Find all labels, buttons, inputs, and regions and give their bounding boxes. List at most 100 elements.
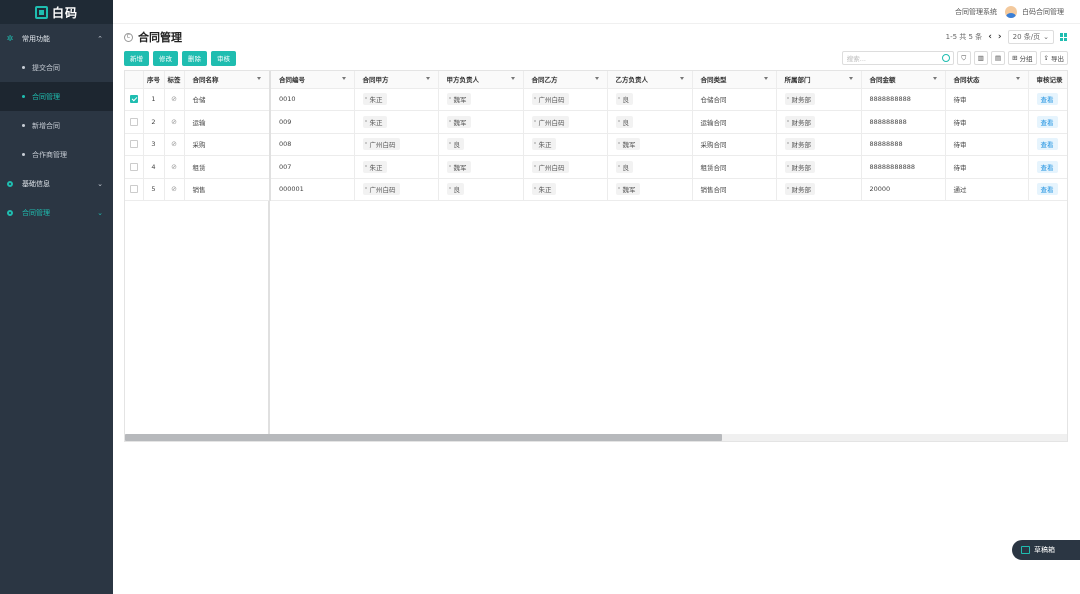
sort-icon[interactable] (257, 77, 261, 80)
row-checkbox-cell[interactable] (125, 155, 144, 179)
reference-pill[interactable]: 财务部 (784, 93, 815, 106)
reference-pill[interactable]: 财务部 (784, 183, 815, 196)
group-button[interactable]: ⊞ 分组 (1008, 51, 1037, 65)
grid-view-icon[interactable] (1060, 33, 1068, 41)
search-input[interactable]: 搜索... (841, 51, 954, 65)
reference-pill[interactable]: 魏军 (446, 115, 471, 128)
sort-icon[interactable] (1015, 77, 1020, 80)
avatar[interactable] (1005, 5, 1017, 18)
edit-button[interactable]: 修改 (153, 50, 178, 66)
reference-pill[interactable]: 良 (615, 160, 633, 173)
column-header[interactable]: 合同类型 (692, 71, 777, 89)
reference-pill[interactable]: 财务部 (784, 138, 815, 151)
page-size-select[interactable]: 20 条/页 ⌄ (1007, 30, 1054, 44)
sort-icon[interactable] (594, 77, 599, 80)
reference-pill[interactable]: 朱正 (531, 138, 556, 151)
table-row[interactable]: 1 ⊘ 仓储 0010 朱正 魏军 广州白码 良 仓储合同 财务部 8888888888 待审 查看 (125, 88, 1067, 111)
column-header[interactable]: 甲方负责人 (438, 71, 524, 89)
prev-page-icon[interactable]: ‹ (988, 32, 992, 42)
sidebar-item-contract-management[interactable]: 合同管理 (0, 82, 113, 111)
reference-pill[interactable]: 广州白码 (531, 160, 569, 173)
view-record-button[interactable]: 查看 (1036, 138, 1058, 151)
sidebar-group-common[interactable]: ✲ 常用功能 ⌃ (0, 24, 113, 53)
table-row[interactable]: 3 ⊘ 采购 008 广州白码 良 朱正 魏军 采购合同 财务部 88888888 待审 查看 (125, 133, 1067, 156)
tag-icon[interactable]: ⊘ (171, 140, 177, 148)
add-button[interactable]: 新增 (124, 50, 149, 66)
reference-pill[interactable]: 财务部 (784, 160, 815, 173)
tag-cell[interactable]: ⊘ (164, 133, 185, 156)
sort-icon[interactable] (341, 77, 346, 80)
sort-icon[interactable] (848, 77, 853, 80)
reference-pill[interactable]: 广州白码 (531, 115, 569, 128)
reference-pill[interactable]: 良 (615, 115, 633, 128)
tag-cell[interactable]: ⊘ (164, 110, 185, 134)
drafts-button[interactable]: 草稿箱 (1012, 540, 1080, 560)
view-record-button[interactable]: 查看 (1036, 93, 1058, 106)
row-checkbox-cell[interactable] (125, 88, 144, 111)
row-checkbox[interactable] (129, 95, 138, 104)
row-checkbox[interactable] (129, 117, 138, 126)
chart-button[interactable]: ▥ (973, 51, 988, 65)
view-record-button[interactable]: 查看 (1036, 115, 1058, 128)
sidebar-item-new-contract[interactable]: 新增合同 (0, 111, 113, 140)
row-checkbox-cell[interactable] (125, 133, 144, 156)
row-checkbox-cell[interactable] (125, 110, 144, 134)
row-checkbox[interactable] (129, 162, 138, 171)
tag-cell[interactable]: ⊘ (164, 88, 185, 111)
next-page-icon[interactable]: › (998, 32, 1002, 42)
column-header[interactable]: 乙方负责人 (607, 71, 693, 89)
reference-pill[interactable]: 朱正 (362, 115, 387, 128)
sidebar-group-basic-info[interactable]: 基础信息 ⌄ (0, 169, 113, 198)
sidebar-item-submit-contract[interactable]: 提交合同 (0, 53, 113, 82)
view-record-button[interactable]: 查看 (1036, 183, 1058, 196)
user-name[interactable]: 白码合同管理 (1022, 7, 1064, 17)
delete-button[interactable]: 删除 (182, 50, 207, 66)
export-button[interactable]: ⇪ 导出 (1039, 51, 1068, 65)
reference-pill[interactable]: 广州白码 (362, 138, 400, 151)
columns-button[interactable]: ▤ (990, 51, 1006, 65)
column-header[interactable]: 合同状态 (945, 71, 1029, 89)
reference-pill[interactable]: 良 (446, 183, 464, 196)
row-checkbox[interactable] (129, 140, 138, 149)
horizontal-scrollbar[interactable] (125, 434, 1067, 441)
reference-pill[interactable]: 朱正 (362, 93, 387, 106)
app-logo[interactable]: 白码 (0, 0, 113, 24)
reference-pill[interactable]: 广州白码 (531, 93, 569, 106)
filter-button[interactable]: ⛉ (956, 51, 971, 65)
sort-icon[interactable] (510, 77, 515, 80)
column-header[interactable]: 合同乙方 (523, 71, 608, 89)
reference-pill[interactable]: 良 (446, 138, 464, 151)
table-row[interactable]: 5 ⊘ 销售 000001 广州白码 良 朱正 魏军 销售合同 财务部 20000 通过 查看 (125, 178, 1067, 201)
column-header[interactable]: 合同金额 (861, 71, 946, 89)
view-record-button[interactable]: 查看 (1036, 160, 1058, 173)
tag-icon[interactable]: ⊘ (171, 95, 177, 103)
reference-pill[interactable]: 魏军 (615, 138, 640, 151)
reference-pill[interactable]: 良 (615, 93, 633, 106)
reference-pill[interactable]: 朱正 (531, 183, 556, 196)
sort-icon[interactable] (932, 77, 937, 80)
tag-cell[interactable]: ⊘ (164, 155, 185, 179)
table-row[interactable]: 2 ⊘ 运输 009 朱正 魏军 广州白码 良 运输合同 财务部 888888888 待审 查看 (125, 110, 1067, 134)
reference-pill[interactable]: 朱正 (362, 160, 387, 173)
sidebar-group-contract-management[interactable]: 合同管理 ⌄ (0, 198, 113, 227)
review-button[interactable]: 审核 (211, 50, 236, 66)
tag-icon[interactable]: ⊘ (171, 163, 177, 171)
row-checkbox-cell[interactable] (125, 178, 144, 201)
reference-pill[interactable]: 魏军 (446, 160, 471, 173)
refresh-icon[interactable]: C (124, 32, 133, 42)
reference-pill[interactable]: 魏军 (446, 93, 471, 106)
reference-pill[interactable]: 魏军 (615, 183, 640, 196)
sort-icon[interactable] (763, 77, 768, 80)
column-header[interactable]: 合同甲方 (354, 71, 439, 89)
tag-icon[interactable]: ⊘ (171, 185, 177, 193)
column-header-name[interactable]: 合同名称 (184, 71, 271, 89)
sort-icon[interactable] (679, 77, 684, 80)
tag-icon[interactable]: ⊘ (171, 118, 177, 126)
table-row[interactable]: 4 ⊘ 租赁 007 朱正 魏军 广州白码 良 租赁合同 财务部 88888888888 待审 查看 (125, 155, 1067, 179)
sidebar-item-partner-management[interactable]: 合作商管理 (0, 140, 113, 169)
reference-pill[interactable]: 财务部 (784, 115, 815, 128)
search-icon[interactable] (941, 54, 950, 62)
row-checkbox[interactable] (129, 185, 138, 194)
reference-pill[interactable]: 广州白码 (362, 183, 400, 196)
tag-cell[interactable]: ⊘ (164, 178, 185, 201)
